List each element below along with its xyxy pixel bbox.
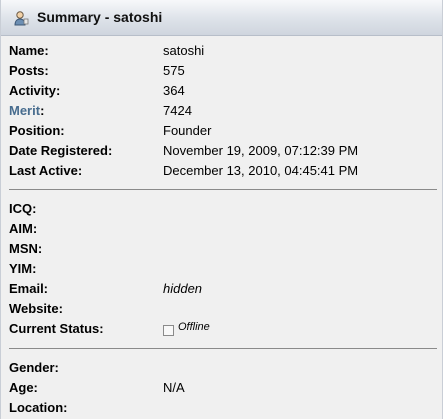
posts-row: Posts: 575 (1, 62, 442, 80)
last-active-label: Last Active: (9, 163, 83, 178)
last-active-row: Last Active: December 13, 2010, 04:45:41… (1, 162, 442, 180)
name-row: Name: satoshi (1, 42, 442, 60)
activity-label: Activity: (9, 83, 61, 98)
location-row: Location: (1, 399, 442, 417)
location-label: Location: (9, 400, 68, 415)
age-value: N/A (163, 380, 185, 395)
icq-label: ICQ: (9, 201, 37, 216)
merit-colon: : (40, 103, 45, 118)
activity-value: 364 (163, 83, 185, 98)
position-value: Founder (163, 123, 212, 138)
position-label: Position: (9, 123, 65, 138)
website-row: Website: (1, 300, 442, 318)
age-label: Age: (9, 380, 38, 395)
yim-row: YIM: (1, 260, 442, 278)
merit-link[interactable]: Merit (9, 103, 40, 118)
website-label: Website: (9, 301, 63, 316)
icq-row: ICQ: (1, 200, 442, 218)
status-text: Offline (178, 321, 210, 333)
posts-label: Posts: (9, 63, 49, 78)
gender-row: Gender: (1, 359, 442, 377)
merit-row: Merit: 7424 (1, 102, 442, 120)
current-status-label: Current Status: (9, 321, 104, 336)
email-label: Email: (9, 281, 49, 296)
name-value: satoshi (163, 43, 205, 58)
section-divider (9, 348, 437, 349)
current-status-row: Current Status: Offline (1, 320, 442, 338)
summary-title: Summary - satoshi (37, 9, 163, 25)
merit-label-group: Merit: (9, 102, 44, 120)
activity-row: Activity: 364 (1, 82, 442, 100)
date-registered-value: November 19, 2009, 07:12:39 PM (163, 143, 359, 158)
gender-label: Gender: (9, 360, 59, 375)
msn-label: MSN: (9, 241, 43, 256)
msn-row: MSN: (1, 240, 442, 258)
age-row: Age: N/A (1, 379, 442, 397)
date-registered-row: Date Registered: November 19, 2009, 07:1… (1, 142, 442, 160)
offline-status-icon (163, 325, 174, 336)
aim-label: AIM: (9, 221, 38, 236)
email-value: hidden (163, 281, 203, 296)
position-row: Position: Founder (1, 122, 442, 140)
profile-summary-panel: Summary - satoshi Name: satoshi Posts: 5… (0, 0, 443, 419)
yim-label: YIM: (9, 261, 37, 276)
aim-row: AIM: (1, 220, 442, 238)
merit-value: 7424 (163, 103, 192, 118)
name-label: Name: (9, 43, 49, 58)
date-registered-label: Date Registered: (9, 143, 113, 158)
email-row: Email: hidden (1, 280, 442, 298)
posts-value: 575 (163, 63, 185, 78)
summary-header: Summary - satoshi (1, 0, 442, 36)
last-active-value: December 13, 2010, 04:45:41 PM (163, 163, 359, 178)
user-icon (14, 11, 29, 26)
section-divider (9, 189, 437, 190)
